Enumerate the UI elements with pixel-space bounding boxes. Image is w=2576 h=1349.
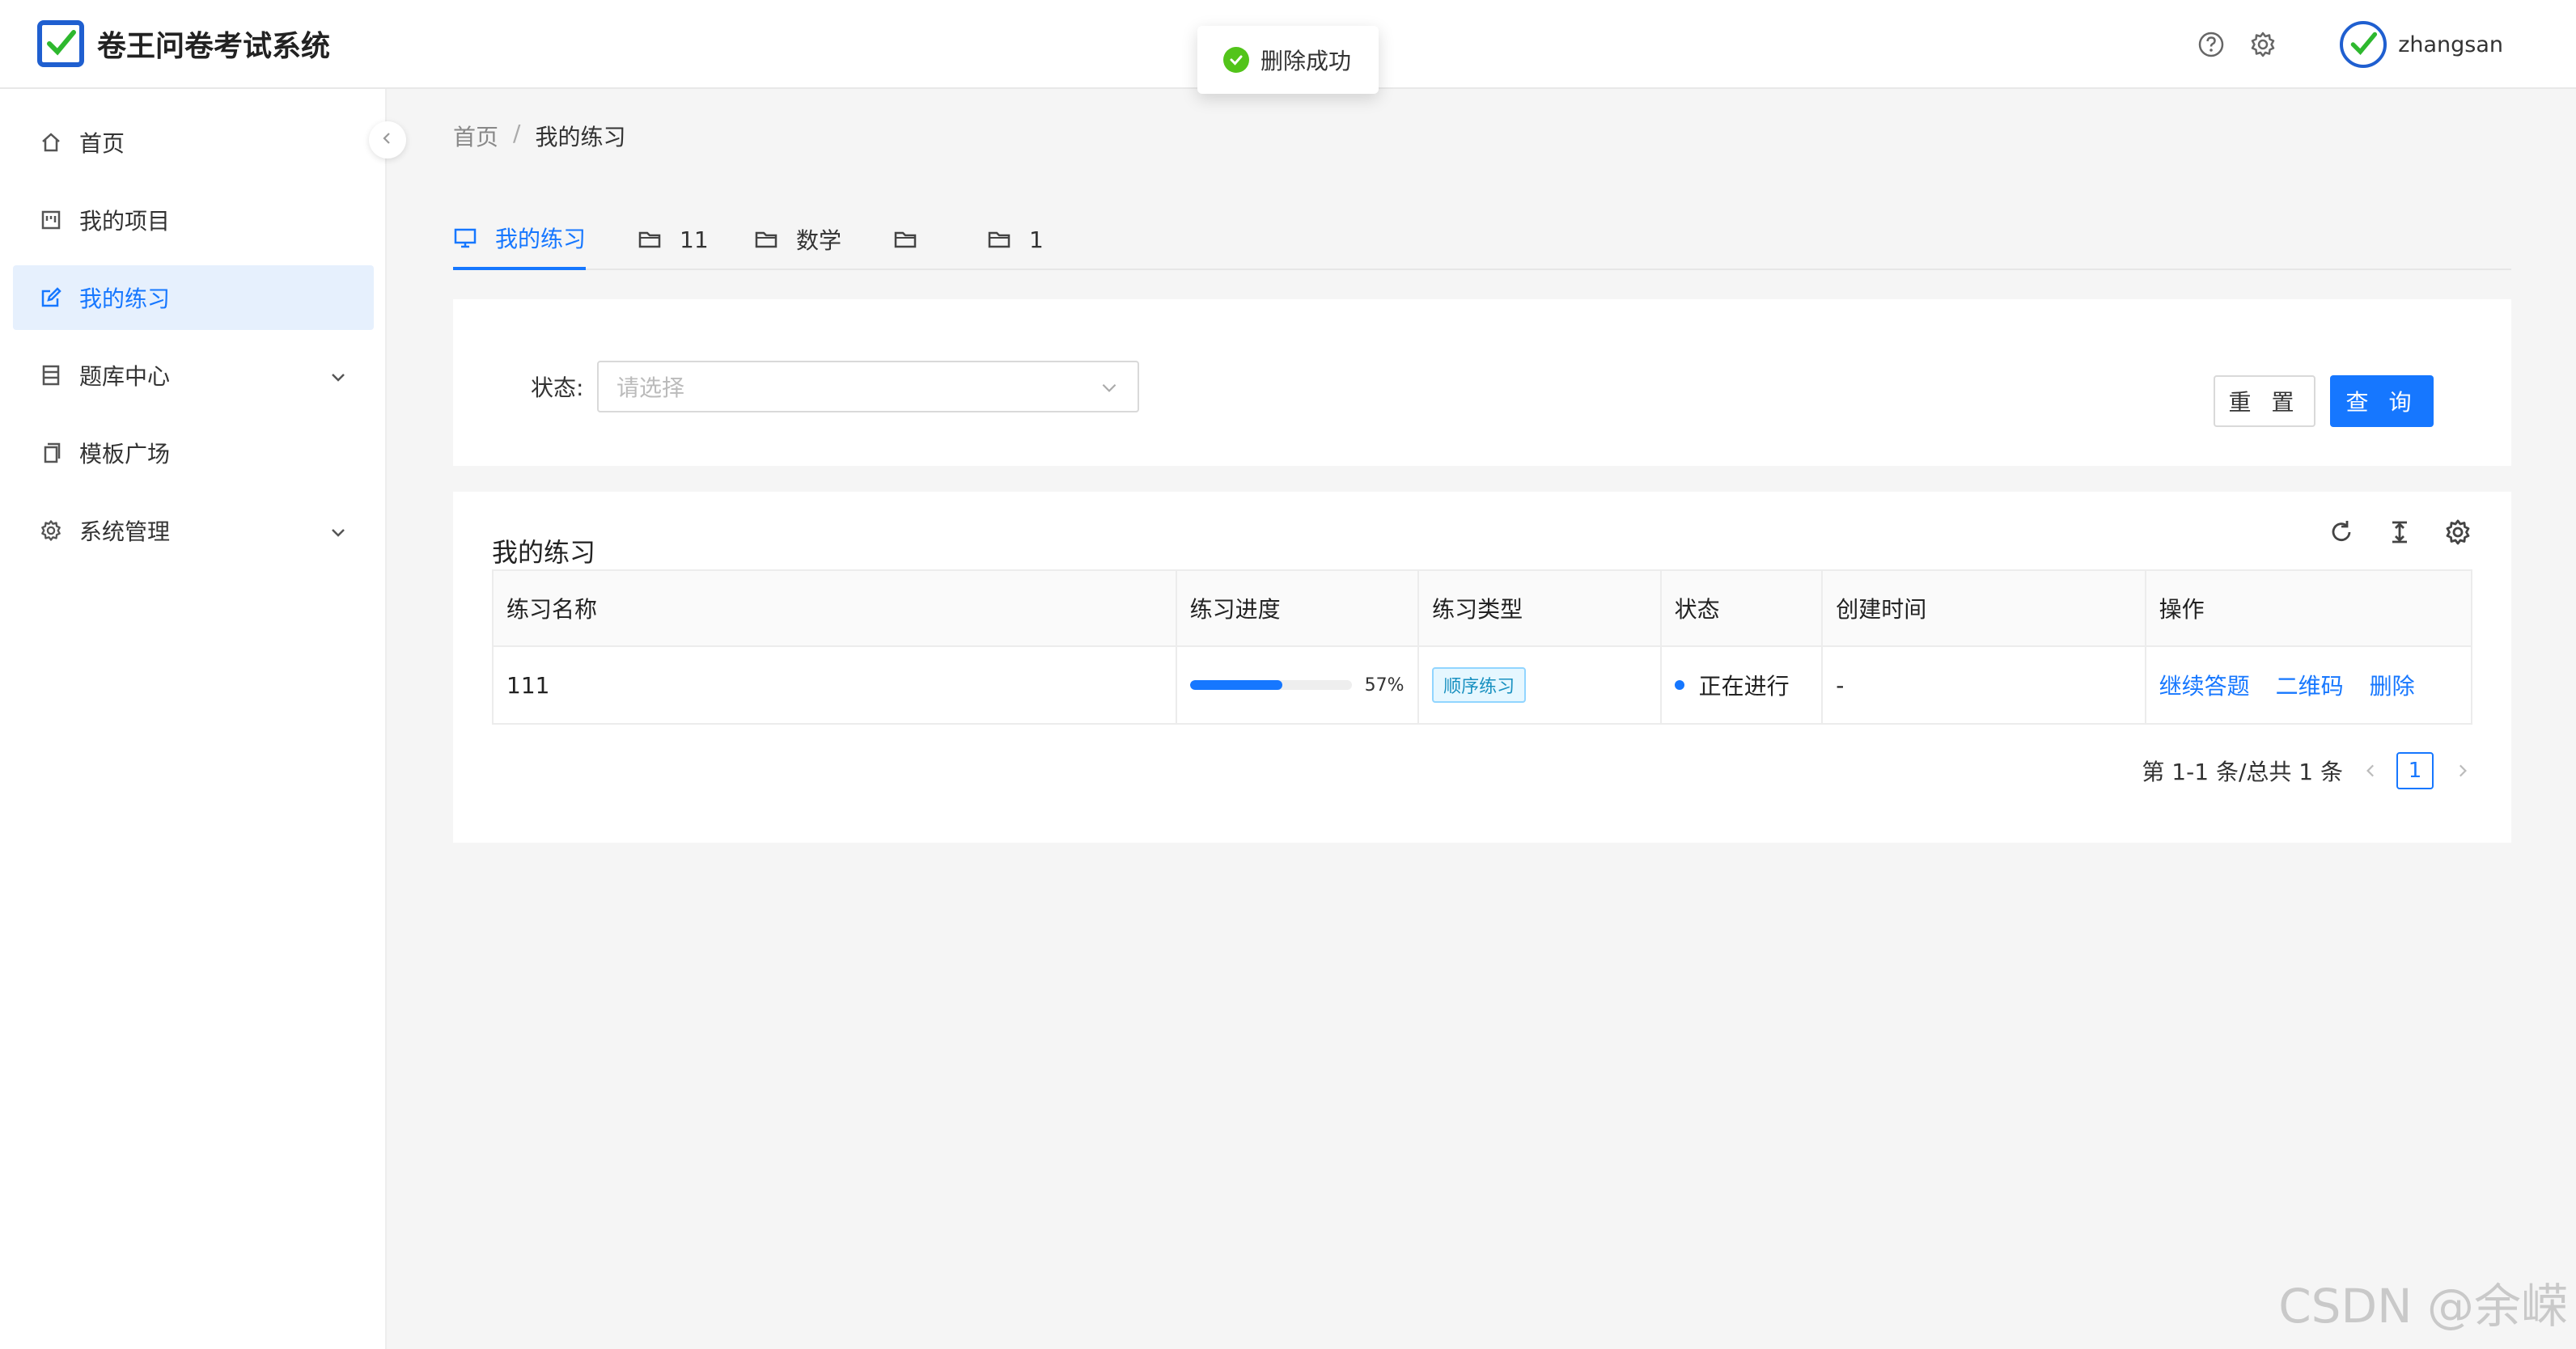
actions-cell: 继续答题 二维码 删除 — [2146, 647, 2471, 723]
breadcrumb-current: 我的练习 — [535, 124, 626, 150]
tab-label: 11 — [680, 226, 709, 253]
tab-folder-math[interactable]: 数学 — [754, 209, 841, 270]
reset-button[interactable]: 重 置 — [2214, 375, 2315, 427]
edit-icon — [39, 285, 63, 310]
app-logo[interactable]: 卷王问卷考试系统 — [37, 20, 330, 67]
sidebar-item-template-square[interactable]: 模板广场 — [13, 421, 374, 485]
sidebar: 首页 我的项目 我的练习 题库中心 模板广场 系统管理 — [0, 89, 387, 1349]
practice-table: 练习名称 练习进度 练习类型 状态 创建时间 操作 111 57% 顺序练习 正… — [492, 569, 2472, 725]
tab-label: 数学 — [796, 227, 842, 254]
project-board-icon — [39, 208, 63, 232]
app-title: 卷王问卷考试系统 — [97, 30, 331, 63]
continue-answer-link[interactable]: 继续答题 — [2159, 669, 2250, 701]
status-select-placeholder: 请选择 — [616, 374, 685, 401]
next-page-icon[interactable] — [2450, 759, 2474, 783]
sidebar-item-my-projects[interactable]: 我的项目 — [13, 188, 374, 252]
tab-folder-1[interactable]: 1 — [987, 209, 1044, 270]
progress-percent: 57% — [1364, 674, 1405, 696]
column-header: 状态 — [1662, 571, 1824, 645]
breadcrumb-separator: / — [513, 120, 521, 146]
chevron-left-icon — [379, 130, 396, 150]
folder-icon — [754, 227, 778, 252]
sidebar-item-label: 系统管理 — [79, 518, 171, 545]
qrcode-link[interactable]: 二维码 — [2276, 669, 2344, 701]
delete-link[interactable]: 删除 — [2370, 669, 2415, 701]
created-time: - — [1823, 647, 2146, 723]
toast-message: 删除成功 — [1260, 48, 1352, 74]
chevron-down-icon — [1099, 377, 1120, 404]
practice-name: 111 — [494, 647, 1177, 723]
table-title: 我的练习 — [492, 537, 596, 568]
table-settings-icon[interactable] — [2442, 516, 2474, 548]
breadcrumb-home[interactable]: 首页 — [453, 120, 498, 152]
column-header: 练习类型 — [1419, 571, 1662, 645]
monitor-icon — [453, 226, 477, 250]
sidebar-item-home[interactable]: 首页 — [13, 110, 374, 175]
progress-bar-fill — [1189, 680, 1282, 690]
sidebar-item-system-management[interactable]: 系统管理 — [13, 498, 374, 563]
column-header: 练习名称 — [494, 571, 1177, 645]
column-header: 练习进度 — [1177, 571, 1420, 645]
tab-folder-11[interactable]: 11 — [638, 209, 709, 270]
tab-label: 1 — [1029, 226, 1044, 253]
tab-folder-unnamed[interactable] — [893, 209, 935, 270]
status-filter-label: 状态: — [531, 374, 584, 401]
pagination: 第 1-1 条/总共 1 条 1 — [2142, 752, 2474, 789]
status-dot — [1674, 680, 1684, 690]
success-toast: 删除成功 — [1197, 26, 1379, 94]
progress-bar — [1189, 680, 1352, 690]
checkbox-logo-icon — [37, 20, 84, 67]
watermark: CSDN @余嵘 — [2278, 1279, 2568, 1334]
folder-icon — [638, 227, 662, 252]
avatar[interactable] — [2340, 21, 2387, 68]
chevron-down-icon — [328, 521, 348, 540]
refresh-icon[interactable] — [2325, 516, 2358, 548]
page-number-button[interactable]: 1 — [2396, 752, 2434, 789]
tab-my-practice[interactable]: 我的练习 — [453, 209, 587, 270]
chevron-down-icon — [328, 366, 348, 385]
sidebar-item-my-practice[interactable]: 我的练习 — [13, 265, 374, 330]
username[interactable]: zhangsan — [2398, 32, 2503, 57]
copy-icon — [39, 441, 63, 465]
tab-bar: 我的练习 11 数学 1 — [453, 209, 2511, 270]
column-header: 操作 — [2159, 596, 2205, 623]
status-text: 正在进行 — [1698, 673, 1790, 700]
sidebar-item-label: 我的练习 — [79, 285, 171, 312]
pagination-summary: 第 1-1 条/总共 1 条 — [2142, 759, 2343, 785]
tab-label: 我的练习 — [495, 226, 587, 252]
practice-type-tag: 顺序练习 — [1432, 667, 1527, 703]
sidebar-item-label: 我的项目 — [79, 208, 171, 235]
sidebar-item-label: 首页 — [79, 130, 125, 157]
help-icon[interactable] — [2197, 31, 2225, 58]
sidebar-item-label: 模板广场 — [79, 441, 171, 467]
home-icon — [39, 130, 63, 154]
sidebar-item-question-bank[interactable]: 题库中心 — [13, 343, 374, 408]
table-header-row: 练习名称 练习进度 练习类型 状态 创建时间 操作 — [494, 571, 2471, 647]
practice-type-cell: 顺序练习 — [1419, 647, 1662, 723]
sidebar-collapse-button[interactable] — [369, 121, 406, 159]
breadcrumb: 首页 / 我的练习 — [453, 120, 625, 152]
check-circle-icon — [1223, 47, 1249, 73]
gear-icon — [39, 518, 63, 543]
query-button[interactable]: 查 询 — [2330, 375, 2434, 427]
settings-gear-icon[interactable] — [2249, 31, 2277, 58]
table-row: 111 57% 顺序练习 正在进行 - 继续答题 二维码 删除 — [494, 647, 2471, 723]
folder-icon — [987, 227, 1011, 252]
column-height-icon[interactable] — [2383, 516, 2416, 548]
folder-icon — [893, 227, 917, 252]
prev-page-icon[interactable] — [2359, 759, 2383, 783]
status-cell: 正在进行 — [1662, 647, 1824, 723]
progress-cell: 57% — [1177, 647, 1420, 723]
practice-table-card: 我的练习 练习名称 练习进度 练习类型 状态 创建时间 操作 111 57% 顺… — [453, 492, 2511, 843]
database-icon — [39, 363, 63, 387]
sidebar-item-label: 题库中心 — [79, 363, 171, 390]
status-select[interactable]: 请选择 — [597, 361, 1139, 412]
filter-panel: 状态: 请选择 重 置 查 询 — [453, 299, 2511, 466]
column-header: 创建时间 — [1823, 571, 2146, 645]
